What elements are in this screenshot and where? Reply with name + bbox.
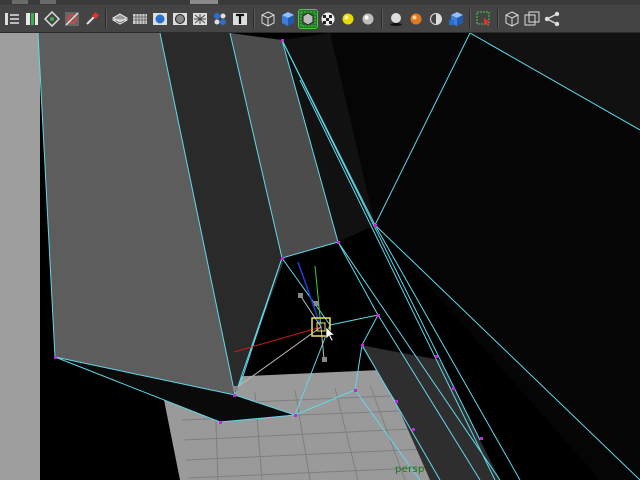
texture-display-button[interactable] [211,10,229,28]
smooth-shade-button[interactable] [151,10,169,28]
toolbar-separator [497,8,499,29]
grid-toggle-icon [133,13,147,24]
grid-toggle-button[interactable] [131,10,149,28]
maya-viewport-window: persp [0,0,640,480]
toolbar-separator [105,8,107,29]
menu-tab[interactable] [40,0,56,4]
layer-editor-icon [112,12,128,25]
camera-icon [505,10,519,27]
paint-tool-icon [86,11,100,25]
wireframe-on-shaded-icon [173,12,187,25]
channel-box-icon [5,12,19,25]
select-highlight-button[interactable] [475,10,493,28]
tool-settings-button[interactable] [43,10,61,28]
lighting-default-icon [342,13,354,24]
wireframe-cube-icon [261,10,275,27]
share-button[interactable] [543,10,561,28]
smooth-shade-icon [153,12,167,25]
scale-handle-line[interactable] [320,326,325,360]
lighting-all-icon [362,13,374,24]
shadows-button[interactable] [387,10,405,28]
wireframe-on-shaded-button[interactable] [171,10,189,28]
scale-handle[interactable] [233,386,238,391]
frame-button[interactable] [523,10,541,28]
isolate-select-icon [300,11,316,26]
shadows-icon [390,12,402,26]
frame-icon [524,11,540,25]
xray-button[interactable] [191,10,209,28]
wireframe-cube-button[interactable] [259,10,277,28]
paint-tool-button[interactable] [83,10,101,28]
motion-blur-button[interactable] [427,10,445,28]
texture-display-icon [214,12,226,25]
lighting-all-button[interactable] [359,10,377,28]
isolate-select-button[interactable] [298,8,318,29]
text-button[interactable] [231,10,249,28]
ambient-occlusion-button[interactable] [407,10,425,28]
share-icon [544,11,560,26]
scale-handle[interactable] [322,357,327,362]
tool-settings-icon [44,10,60,27]
lighting-default-button[interactable] [339,10,357,28]
camera-button[interactable] [503,10,521,28]
menu-tab[interactable] [12,0,28,4]
scale-handle[interactable] [298,293,303,298]
scale-handle[interactable] [314,301,319,306]
channel-box-button[interactable] [3,10,21,28]
camera-name-label: persp [395,464,425,475]
select-highlight-icon [476,11,490,26]
render-settings-button[interactable] [63,10,81,28]
toolbar-separator [253,8,255,29]
toolbar-separator [469,8,471,29]
attribute-editor-icon [26,12,38,25]
floor-left [0,33,40,480]
attribute-editor-button[interactable] [23,10,41,28]
motion-blur-icon [430,12,442,25]
anti-aliasing-icon [449,11,463,26]
shaded-cube-icon [282,11,294,26]
perspective-viewport[interactable]: persp [0,33,640,480]
panel-toolbar [0,5,640,33]
text-icon [233,12,247,25]
render-settings-icon [65,11,79,26]
ambient-occlusion-icon [410,13,422,24]
xray-icon [193,12,207,25]
texture-checker-icon [321,12,335,25]
layer-editor-button[interactable] [111,10,129,28]
menu-tab[interactable] [190,0,218,4]
shaded-cube-button[interactable] [279,10,297,28]
scene-canvas[interactable] [0,33,640,480]
texture-checker-button[interactable] [319,10,337,28]
anti-aliasing-button[interactable] [447,10,465,28]
toolbar-separator [381,8,383,29]
